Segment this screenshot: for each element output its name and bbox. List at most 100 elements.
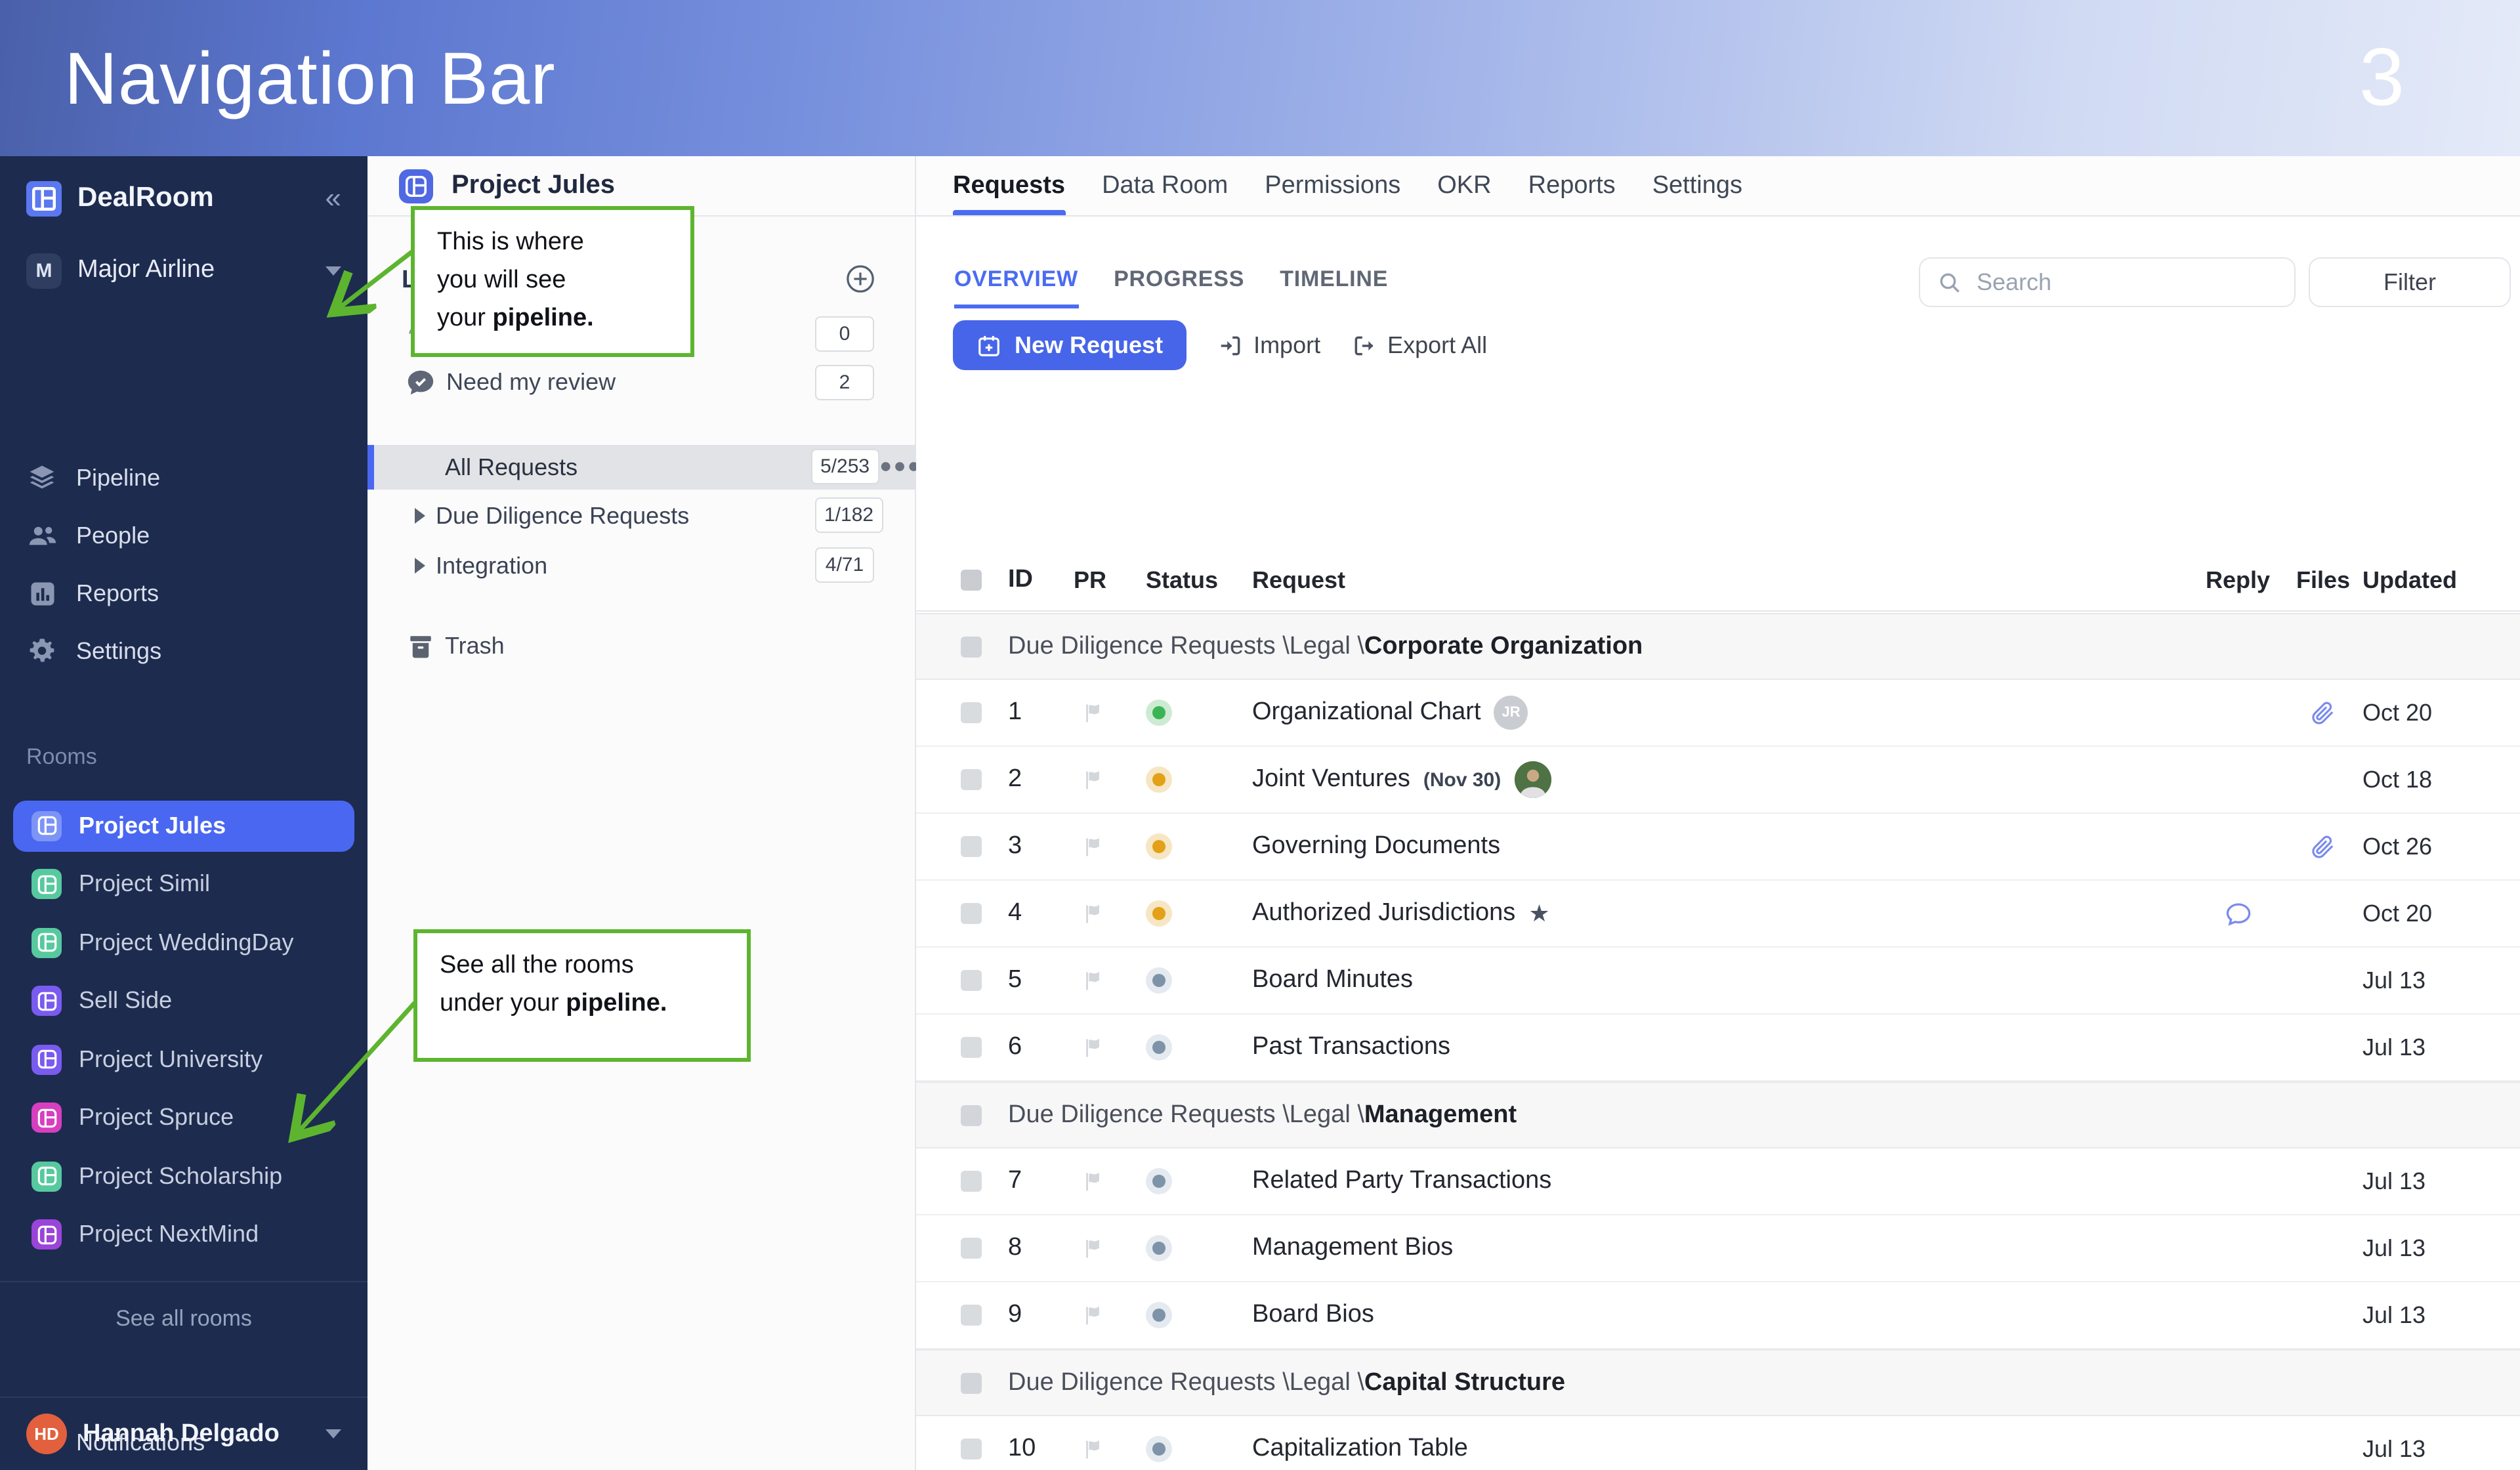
row-checkbox[interactable]	[961, 1372, 982, 1393]
sidebar-room-project-scholarship[interactable]: Project Scholarship	[0, 1147, 368, 1206]
group-row[interactable]: Due Diligence Requests \Legal \Managemen…	[916, 1082, 2520, 1148]
sidebar-room-project-jules[interactable]: Project Jules	[0, 797, 368, 855]
status-dot[interactable]	[1146, 1168, 1172, 1194]
reply-bubble-icon[interactable]	[2224, 900, 2252, 927]
flag-icon[interactable]	[1053, 1237, 1126, 1259]
room-icon	[32, 1102, 62, 1133]
status-dot[interactable]	[1146, 1436, 1172, 1462]
screen: Navigation Bar 3 DealRoom « M Major Airl…	[0, 0, 2520, 1470]
request-id: 6	[1008, 1033, 1022, 1060]
row-checkbox[interactable]	[961, 903, 982, 924]
request-row[interactable]: 6 Past Transactions Jul 13	[916, 1015, 2520, 1082]
tab-requests[interactable]: Requests	[953, 156, 1065, 215]
sidebar-room-project-weddingday[interactable]: Project WeddingDay	[0, 914, 368, 972]
flag-icon[interactable]	[1053, 1170, 1126, 1192]
tab-reports[interactable]: Reports	[1528, 156, 1616, 215]
request-row[interactable]: 1 Organizational Chart JR Oct 20	[916, 680, 2520, 747]
flag-icon[interactable]	[1053, 902, 1126, 925]
row-checkbox[interactable]	[961, 970, 982, 991]
pipeline-icon	[26, 462, 58, 494]
select-all-checkbox[interactable]	[961, 570, 982, 591]
sidebar-room-sell-side[interactable]: Sell Side	[0, 972, 368, 1030]
request-row[interactable]: 7 Related Party Transactions Jul 13	[916, 1148, 2520, 1215]
row-checkbox[interactable]	[961, 636, 982, 657]
request-row[interactable]: 9 Board Bios Jul 13	[916, 1282, 2520, 1349]
flag-icon[interactable]	[1053, 768, 1126, 791]
row-checkbox[interactable]	[961, 1238, 982, 1259]
tab-permissions[interactable]: Permissions	[1265, 156, 1400, 215]
row-checkbox[interactable]	[961, 702, 982, 723]
sidebar-item-people[interactable]: People	[0, 507, 368, 564]
flag-icon[interactable]	[1053, 1438, 1126, 1460]
tab-okr[interactable]: OKR	[1437, 156, 1491, 215]
expand-caret-icon[interactable]	[415, 558, 425, 574]
flag-icon[interactable]	[1053, 1304, 1126, 1326]
status-dot[interactable]	[1146, 766, 1172, 793]
status-dot[interactable]	[1146, 1302, 1172, 1328]
status-dot[interactable]	[1146, 900, 1172, 927]
sidebar-room-project-simil[interactable]: Project Simil	[0, 855, 368, 914]
import-button[interactable]: Import	[1218, 331, 1320, 359]
request-row[interactable]: 2 Joint Ventures (Nov 30) Oct 18	[916, 747, 2520, 814]
group-row[interactable]: Due Diligence Requests \Legal \Corporate…	[916, 613, 2520, 680]
rooms-list: Project Jules Project Simil Project Weddin…	[0, 797, 368, 1264]
request-row[interactable]: 10 Capitalization Table Jul 13	[916, 1416, 2520, 1470]
row-checkbox[interactable]	[961, 1104, 982, 1125]
see-all-rooms-link[interactable]: See all rooms	[0, 1281, 368, 1332]
flag-icon[interactable]	[1053, 969, 1126, 992]
add-list-icon[interactable]	[845, 264, 875, 301]
brand: DealRoom «	[0, 169, 368, 227]
expand-caret-icon[interactable]	[415, 508, 425, 524]
subtab-timeline[interactable]: TIMELINE	[1280, 266, 1388, 301]
trash-item[interactable]: Trash	[368, 623, 916, 668]
status-dot[interactable]	[1146, 700, 1172, 726]
request-row[interactable]: 3 Governing Documents Oct 26	[916, 814, 2520, 881]
tab-settings[interactable]: Settings	[1652, 156, 1742, 215]
review-bubble-icon	[406, 367, 436, 397]
more-options-icon[interactable]: ●●●	[879, 455, 921, 479]
status-dot[interactable]	[1146, 1235, 1172, 1261]
sidebar: DealRoom « M Major Airline Pipeline Peopl…	[0, 156, 368, 1470]
tab-data-room[interactable]: Data Room	[1102, 156, 1228, 215]
request-id: 8	[1008, 1234, 1022, 1261]
status-dot[interactable]	[1146, 833, 1172, 860]
review-count-badge: 2	[815, 365, 874, 400]
org-switcher[interactable]: M Major Airline	[0, 243, 368, 298]
list-count-badge: 1/182	[815, 497, 883, 533]
flag-icon[interactable]	[1053, 702, 1126, 724]
sidebar-item-reports[interactable]: Reports	[0, 564, 368, 622]
row-checkbox[interactable]	[961, 1438, 982, 1460]
subtab-progress[interactable]: PROGRESS	[1114, 266, 1244, 301]
export-all-button[interactable]: Export All	[1352, 331, 1487, 359]
status-dot[interactable]	[1146, 1034, 1172, 1060]
room-icon	[32, 986, 62, 1017]
search-box[interactable]	[1919, 257, 2296, 307]
collapse-sidebar-icon[interactable]: «	[326, 181, 342, 215]
search-input[interactable]	[1974, 267, 2284, 297]
request-row[interactable]: 8 Management Bios Jul 13	[916, 1215, 2520, 1282]
flag-icon[interactable]	[1053, 835, 1126, 858]
star-icon: ★	[1528, 900, 1550, 927]
user-menu[interactable]: HD Hannah Delgado	[0, 1396, 368, 1470]
row-checkbox[interactable]	[961, 836, 982, 857]
flag-icon[interactable]	[1053, 1036, 1126, 1059]
paperclip-icon[interactable]	[2310, 700, 2336, 726]
group-row[interactable]: Due Diligence Requests \Legal \Capital S…	[916, 1349, 2520, 1416]
paperclip-icon[interactable]	[2310, 833, 2336, 860]
room-icon	[32, 1219, 62, 1250]
status-dot[interactable]	[1146, 967, 1172, 994]
sidebar-room-project-nextmind[interactable]: Project NextMind	[0, 1206, 368, 1264]
row-checkbox[interactable]	[961, 1037, 982, 1058]
filter-button[interactable]: Filter	[2309, 257, 2511, 307]
row-checkbox[interactable]	[961, 769, 982, 790]
sidebar-item-pipeline[interactable]: Pipeline	[0, 449, 368, 507]
sidebar-item-settings[interactable]: Settings	[0, 622, 368, 680]
request-row[interactable]: 5 Board Minutes Jul 13	[916, 948, 2520, 1015]
new-request-button[interactable]: New Request	[953, 320, 1187, 370]
subtab-overview[interactable]: OVERVIEW	[954, 266, 1078, 308]
row-checkbox[interactable]	[961, 1305, 982, 1326]
sidebar-room-project-spruce[interactable]: Project Spruce	[0, 1089, 368, 1147]
request-row[interactable]: 4 Authorized Jurisdictions ★ Oct 20	[916, 881, 2520, 948]
row-checkbox[interactable]	[961, 1171, 982, 1192]
sidebar-room-project-university[interactable]: Project University	[0, 1030, 368, 1089]
